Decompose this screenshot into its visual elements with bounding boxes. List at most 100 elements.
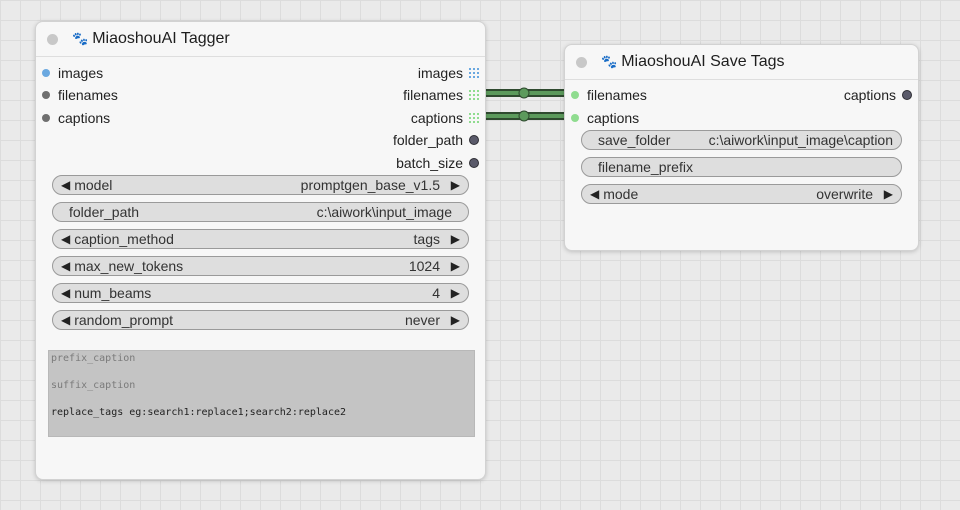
input-label: captions xyxy=(58,110,111,126)
triangle-right-icon[interactable]: ▶ xyxy=(451,284,460,302)
widget-label: filename_prefix xyxy=(598,159,693,175)
triangle-left-icon[interactable]: ◀ xyxy=(590,187,599,201)
grid-output-icon[interactable] xyxy=(469,113,479,123)
widget-value: tags xyxy=(413,231,440,247)
triangle-right-icon[interactable]: ▶ xyxy=(451,230,460,248)
max-new-tokens-stepper[interactable]: ◀ max_new_tokens 1024 ▶ xyxy=(52,256,469,276)
collapse-dot-icon[interactable] xyxy=(576,56,587,68)
replace-tags-textarea[interactable]: replace_tags eg:search1:replace1;search2… xyxy=(51,407,346,418)
triangle-right-icon[interactable]: ▶ xyxy=(884,185,893,203)
widget-label: folder_path xyxy=(69,204,140,220)
widget-label: random_prompt xyxy=(74,312,174,328)
suffix-caption-textarea[interactable]: suffix_caption xyxy=(51,380,135,391)
link-filenames[interactable] xyxy=(480,87,570,99)
num-beams-stepper[interactable]: ◀ num_beams 4 ▶ xyxy=(52,283,469,303)
output-dot-icon[interactable] xyxy=(469,158,479,168)
save-tags-node-title: MiaoshouAI Save Tags xyxy=(621,53,785,70)
filename-prefix-field[interactable]: filename_prefix xyxy=(581,157,902,177)
tagger-input-images[interactable]: images xyxy=(42,62,103,84)
widget-left: ◀ caption_method xyxy=(61,230,174,248)
widget-left: ◀ max_new_tokens xyxy=(61,257,183,275)
widget-label: caption_method xyxy=(74,231,174,247)
widget-label: max_new_tokens xyxy=(74,258,184,274)
triangle-left-icon[interactable]: ◀ xyxy=(61,286,70,300)
triangle-left-icon[interactable]: ◀ xyxy=(61,178,70,192)
collapse-dot-icon[interactable] xyxy=(47,33,58,45)
widget-value: overwrite xyxy=(816,186,873,202)
triangle-left-icon[interactable]: ◀ xyxy=(61,232,70,246)
triangle-right-icon[interactable]: ▶ xyxy=(451,176,460,194)
graph-canvas[interactable]: 🐾 MiaoshouAI Tagger images images filena… xyxy=(0,0,960,510)
input-dot-icon[interactable] xyxy=(42,91,50,99)
widget-value: promptgen_base_v1.5 xyxy=(300,177,440,193)
input-dot-icon[interactable] xyxy=(571,114,579,122)
tagger-node-title: MiaoshouAI Tagger xyxy=(92,30,230,47)
tagger-slot-row-batch-size: batch_size xyxy=(36,152,485,174)
save-input-filenames[interactable]: filenames xyxy=(571,84,647,106)
caption-textareas: prefix_caption suffix_caption replace_ta… xyxy=(48,350,475,437)
output-label: images xyxy=(417,65,463,81)
link-captions[interactable] xyxy=(480,110,570,122)
widget-left: ◀ num_beams xyxy=(61,284,151,302)
tagger-output-images[interactable]: images xyxy=(418,62,479,84)
widget-left: ◀ mode xyxy=(590,185,638,203)
tagger-slot-row-captions: captions captions xyxy=(36,107,485,129)
tagger-output-folder-path[interactable]: folder_path xyxy=(393,129,479,151)
output-label: batch_size xyxy=(396,155,463,171)
input-label: filenames xyxy=(587,87,647,103)
triangle-left-icon[interactable]: ◀ xyxy=(61,313,70,327)
tagger-output-filenames[interactable]: filenames xyxy=(403,84,479,106)
input-label: filenames xyxy=(58,87,118,103)
tagger-input-captions[interactable]: captions xyxy=(42,107,110,129)
widget-value: never xyxy=(404,312,440,328)
output-label: filenames xyxy=(403,87,463,103)
model-combo[interactable]: ◀ model promptgen_base_v1.5 ▶ xyxy=(52,175,469,195)
save-slot-row-captions: captions xyxy=(565,107,918,129)
prefix-caption-textarea[interactable]: prefix_caption xyxy=(51,353,135,364)
tagger-node[interactable]: 🐾 MiaoshouAI Tagger images images filena… xyxy=(35,21,486,480)
input-label: captions xyxy=(587,110,640,126)
widget-left: ◀ random_prompt xyxy=(61,311,173,329)
mode-combo[interactable]: ◀ mode overwrite ▶ xyxy=(581,184,902,204)
output-label: folder_path xyxy=(392,132,463,148)
grid-output-icon[interactable] xyxy=(469,90,479,100)
folder-path-field[interactable]: folder_path c:\aiwork\input_image xyxy=(52,202,469,222)
input-dot-icon[interactable] xyxy=(571,91,579,99)
widget-label: save_folder xyxy=(598,132,671,148)
save-tags-node-header[interactable]: 🐾 MiaoshouAI Save Tags xyxy=(565,45,918,80)
paw-icon: 🐾 xyxy=(601,54,618,69)
input-dot-icon[interactable] xyxy=(42,69,50,77)
widget-value: 4 xyxy=(432,285,440,301)
grid-output-icon[interactable] xyxy=(469,68,479,78)
paw-icon: 🐾 xyxy=(72,31,89,46)
widget-value: c:\aiwork\input_image\caption xyxy=(708,132,893,148)
output-dot-icon[interactable] xyxy=(902,90,912,100)
input-dot-icon[interactable] xyxy=(42,114,50,122)
save-tags-node[interactable]: 🐾 MiaoshouAI Save Tags filenames caption… xyxy=(564,44,919,251)
triangle-left-icon[interactable]: ◀ xyxy=(61,259,70,273)
widget-label: model xyxy=(74,177,113,193)
save-folder-field[interactable]: save_folder c:\aiwork\input_image\captio… xyxy=(581,130,902,150)
tagger-slot-row-filenames: filenames filenames xyxy=(36,84,485,106)
save-slot-row-filenames: filenames captions xyxy=(565,84,918,106)
tagger-slot-row-images: images images xyxy=(36,62,485,84)
input-label: images xyxy=(58,65,104,81)
widget-label: mode xyxy=(603,186,639,202)
output-label: captions xyxy=(843,87,896,103)
caption-method-combo[interactable]: ◀ caption_method tags ▶ xyxy=(52,229,469,249)
save-output-captions[interactable]: captions xyxy=(844,84,912,106)
widget-label: num_beams xyxy=(74,285,152,301)
tagger-output-captions[interactable]: captions xyxy=(411,107,479,129)
tagger-slot-row-folder-path: folder_path xyxy=(36,129,485,151)
save-input-captions[interactable]: captions xyxy=(571,107,639,129)
widget-left: ◀ model xyxy=(61,176,112,194)
triangle-right-icon[interactable]: ▶ xyxy=(451,257,460,275)
tagger-node-header[interactable]: 🐾 MiaoshouAI Tagger xyxy=(36,22,485,57)
tagger-output-batch-size[interactable]: batch_size xyxy=(396,152,479,174)
output-dot-icon[interactable] xyxy=(469,135,479,145)
triangle-right-icon[interactable]: ▶ xyxy=(451,311,460,329)
random-prompt-combo[interactable]: ◀ random_prompt never ▶ xyxy=(52,310,469,330)
output-label: captions xyxy=(410,110,463,126)
widget-value: c:\aiwork\input_image xyxy=(316,204,452,220)
tagger-input-filenames[interactable]: filenames xyxy=(42,84,118,106)
